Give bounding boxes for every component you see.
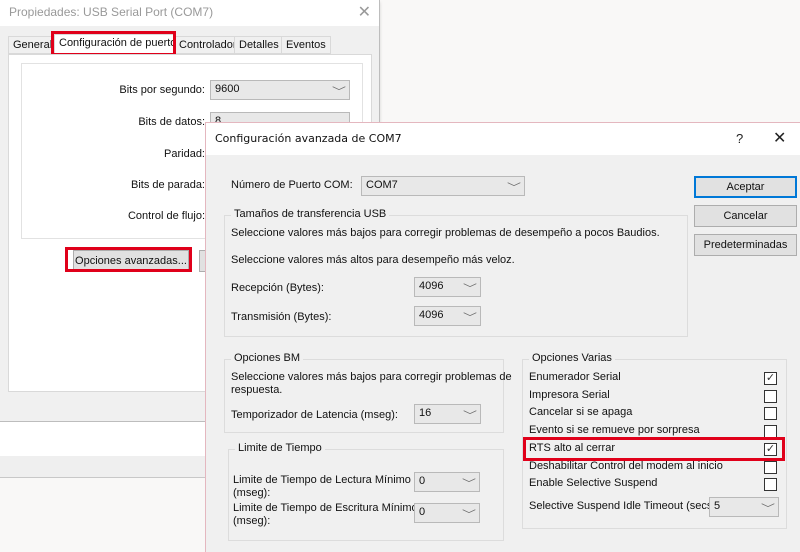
close-icon[interactable]: ✕ <box>773 128 786 148</box>
write-timeout-label-1: Limite de Tiempo de Escritura Mínimo <box>233 502 418 514</box>
accept-button[interactable]: Aceptar <box>694 176 797 198</box>
bits-per-second-value: 9600 <box>215 83 240 95</box>
usb-hint-high: Seleccione valores más altos para desemp… <box>231 254 515 266</box>
read-timeout-select[interactable]: 0 ﹀ <box>414 472 480 492</box>
chevron-down-icon: ﹀ <box>462 510 476 521</box>
idle-timeout-value: 5 <box>714 500 721 512</box>
com-port-value: COM7 <box>366 179 398 191</box>
usb-hint-low: Seleccione valores más bajos para correg… <box>231 227 660 239</box>
read-timeout-label-2: (mseg): <box>233 487 271 499</box>
latency-label: Temporizador de Latencia (mseg): <box>231 409 398 421</box>
chevron-down-icon: ﹀ <box>463 284 477 295</box>
read-timeout-value: 0 <box>419 475 426 487</box>
read-timeout-label-1: Limite de Tiempo de Lectura Mínimo <box>233 474 411 486</box>
misc-option-label: Enumerador Serial <box>529 371 621 383</box>
misc-option-label: Deshabilitar Control del modem al inicio <box>529 459 723 472</box>
misc-option-label: Evento si se remueve por sorpresa <box>529 424 700 437</box>
group-title: Limite de Tiempo <box>235 442 325 454</box>
window-title: Propiedades: USB Serial Port (COM7) <box>9 5 214 19</box>
bm-hint-line1: Seleccione valores más bajos para correg… <box>231 371 512 383</box>
write-timeout-select[interactable]: 0 ﹀ <box>414 503 480 523</box>
advanced-settings-dialog: Configuración avanzada de COM7 ? ✕ Númer… <box>205 122 800 552</box>
group-title: Opciones Varias <box>529 352 615 364</box>
transmit-select[interactable]: 4096 ﹀ <box>414 306 481 326</box>
idle-timeout-label: Selective Suspend Idle Timeout (secs): <box>529 500 720 512</box>
misc-option-label: Cancelar si se apaga <box>529 406 633 419</box>
stop-bits-label: Bits de parada: <box>131 179 205 191</box>
misc-option-label: RTS alto al cerrar <box>529 441 615 454</box>
latency-select[interactable]: 16 ﹀ <box>414 404 481 424</box>
dialog-title: Configuración avanzada de COM7 <box>215 132 402 145</box>
group-title: Tamaños de transferencia USB <box>231 208 390 220</box>
flow-control-label: Control de flujo: <box>127 210 205 222</box>
tab-details[interactable]: Detalles <box>234 36 284 54</box>
transmit-label: Transmisión (Bytes): <box>231 311 332 323</box>
chevron-down-icon: ﹀ <box>332 87 346 98</box>
advanced-options-button[interactable]: Opciones avanzadas... <box>73 250 189 272</box>
receive-label: Recepción (Bytes): <box>231 282 324 294</box>
tab-port-settings[interactable]: Configuración de puerto <box>54 34 176 54</box>
title-bar: Configuración avanzada de COM7 ? ✕ <box>206 123 800 155</box>
background-strip <box>0 456 205 478</box>
misc-option-checkbox[interactable] <box>764 389 777 403</box>
bits-per-second-label: Bits por segundo: <box>119 84 205 96</box>
com-port-select[interactable]: COM7 ﹀ <box>361 176 525 196</box>
data-bits-label: Bits de datos: <box>138 116 205 128</box>
misc-option-checkbox[interactable] <box>764 407 777 421</box>
misc-option-checkbox[interactable]: ✓ <box>764 372 777 385</box>
background-strip <box>0 422 205 456</box>
tab-events[interactable]: Eventos <box>281 36 331 54</box>
chevron-down-icon: ﹀ <box>463 313 477 324</box>
transmit-value: 4096 <box>419 309 444 321</box>
title-bar: Propiedades: USB Serial Port (COM7) ✕ <box>0 0 379 26</box>
group-title: Opciones BM <box>231 352 304 364</box>
misc-option-checkbox[interactable] <box>764 478 777 492</box>
chevron-down-icon: ﹀ <box>463 411 477 422</box>
write-timeout-label-2: (mseg): <box>233 515 271 527</box>
cancel-button[interactable]: Cancelar <box>694 205 797 227</box>
tab-general[interactable]: General <box>8 36 58 54</box>
write-timeout-value: 0 <box>419 506 426 518</box>
bm-hint-line2: respuesta. <box>231 384 283 396</box>
misc-option-label: Enable Selective Suspend <box>529 477 658 490</box>
misc-option-checkbox[interactable] <box>764 460 777 474</box>
idle-timeout-select[interactable]: 5 ﹀ <box>709 497 779 517</box>
receive-select[interactable]: 4096 ﹀ <box>414 277 481 297</box>
latency-value: 16 <box>419 407 432 419</box>
close-icon[interactable]: ✕ <box>358 2 371 22</box>
defaults-button[interactable]: Predeterminadas <box>694 234 797 256</box>
parity-label: Paridad: <box>164 148 205 160</box>
bits-per-second-select[interactable]: 9600 ﹀ <box>210 80 350 100</box>
tab-driver[interactable]: Controlador <box>174 36 242 54</box>
receive-value: 4096 <box>419 280 444 292</box>
help-icon[interactable]: ? <box>736 131 743 146</box>
misc-option-checkbox[interactable] <box>764 425 777 439</box>
com-port-label: Número de Puerto COM: <box>231 179 353 191</box>
misc-option-checkbox[interactable]: ✓ <box>764 442 777 456</box>
chevron-down-icon: ﹀ <box>462 479 476 490</box>
chevron-down-icon: ﹀ <box>507 183 521 194</box>
misc-option-label: Impresora Serial <box>529 388 610 401</box>
chevron-down-icon: ﹀ <box>761 504 775 515</box>
